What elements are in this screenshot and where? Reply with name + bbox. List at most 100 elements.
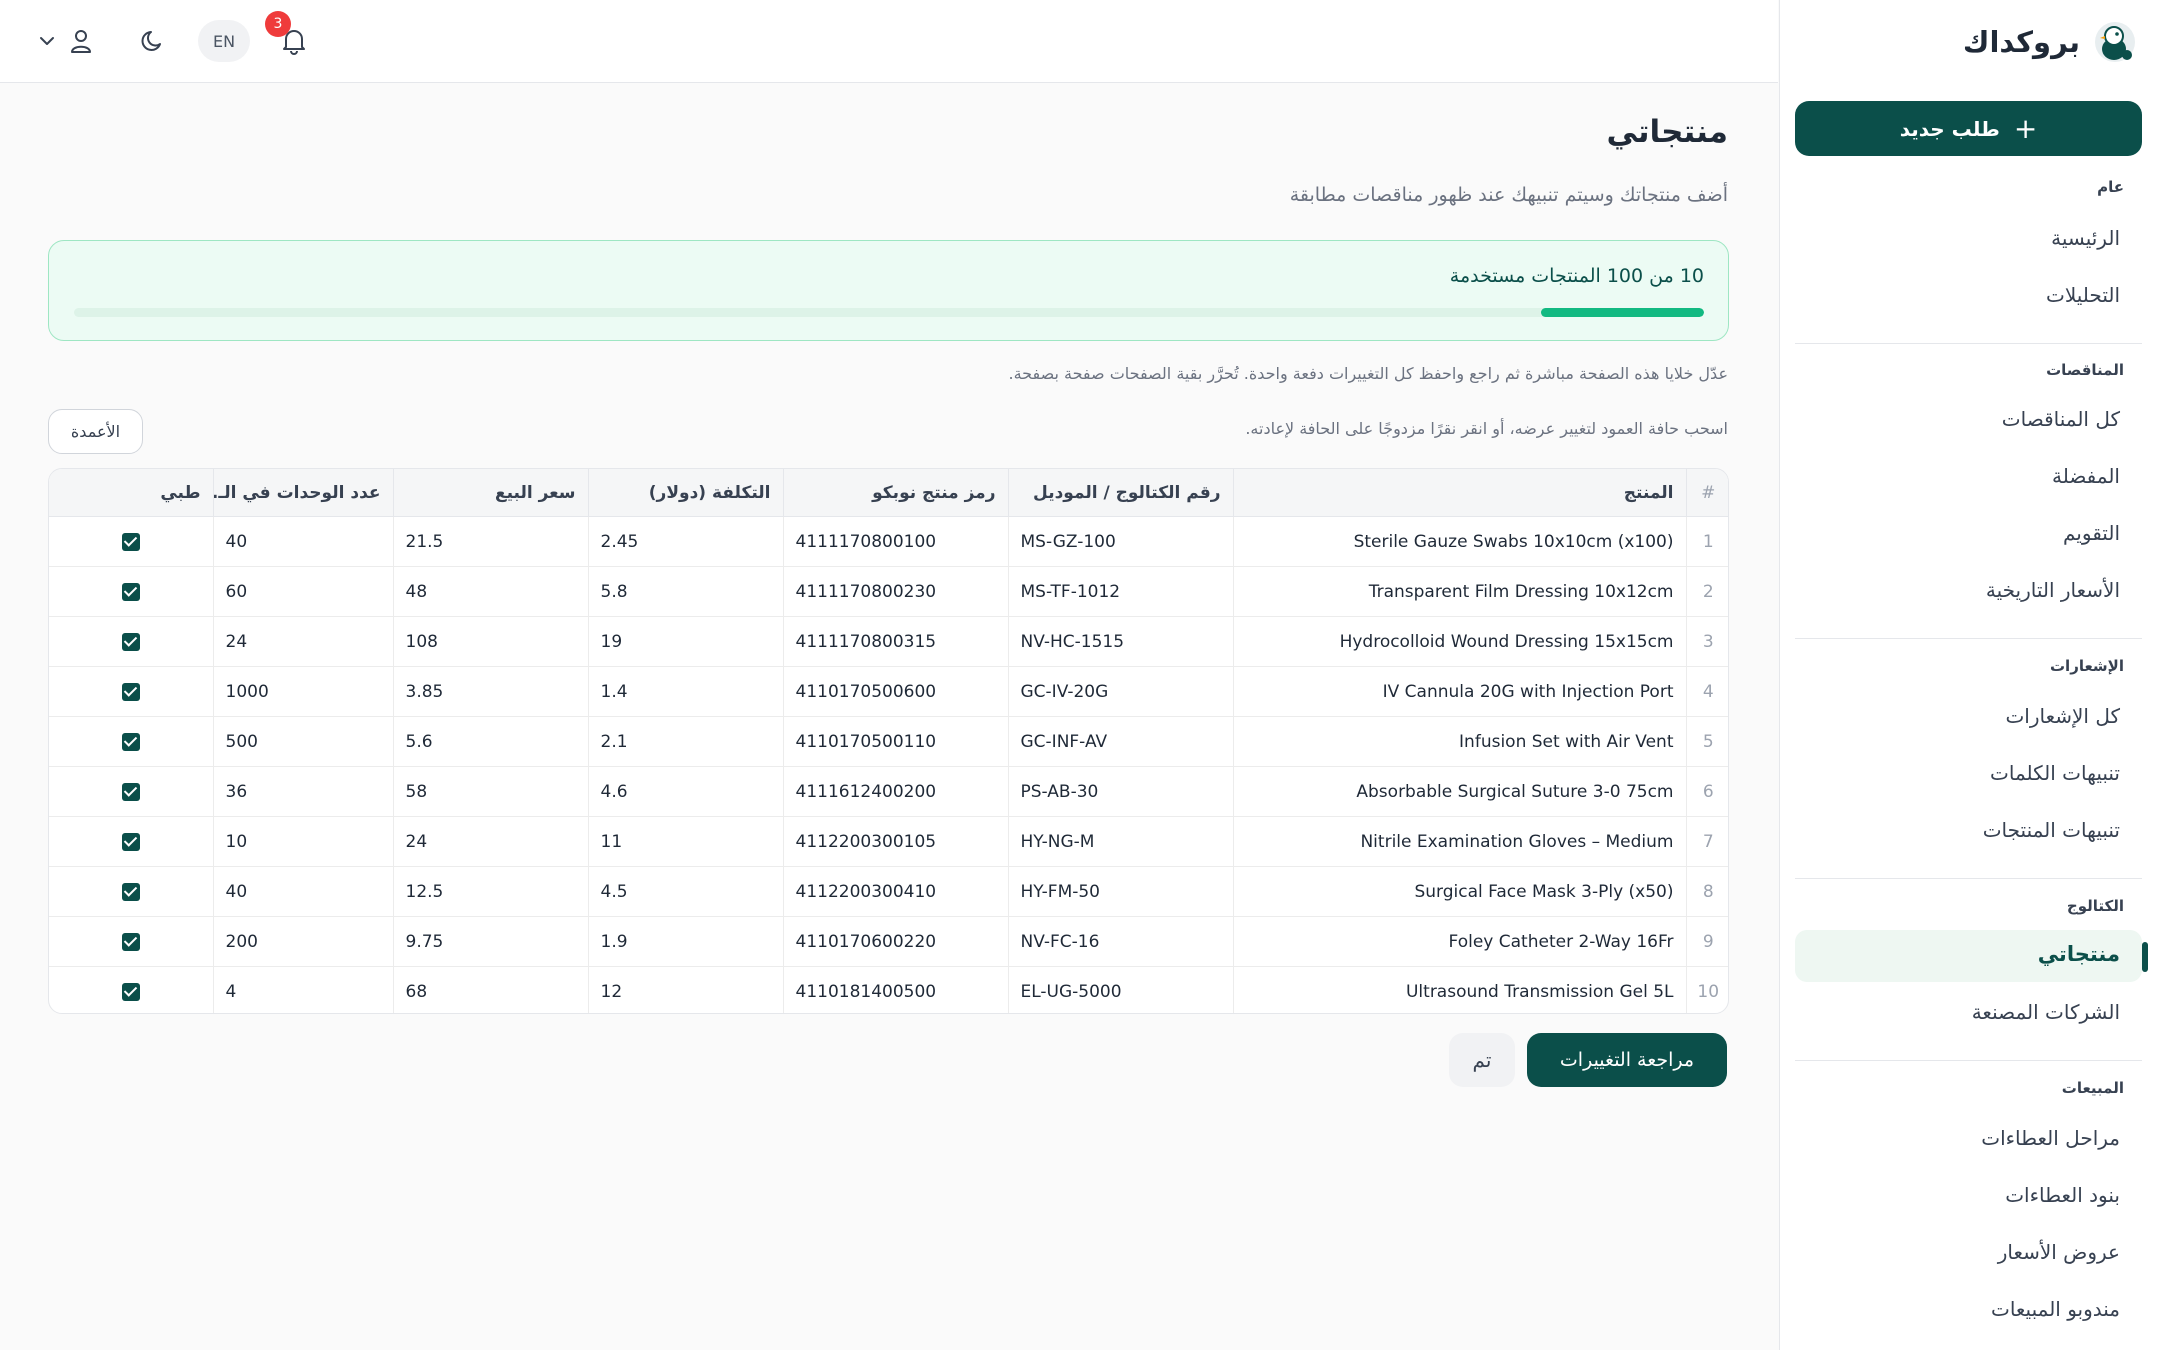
medical-checkbox[interactable] — [121, 982, 140, 1001]
medical-checkbox[interactable] — [121, 632, 140, 651]
medical-checkbox[interactable] — [121, 682, 140, 701]
cell-nupco-code[interactable]: 4110170600220 — [782, 916, 1008, 967]
cell-sale-price[interactable]: 68 — [392, 966, 588, 1013]
cell-cost[interactable]: 1.4 — [587, 666, 783, 717]
cell-nupco-code[interactable]: 4110170500110 — [782, 716, 1008, 767]
cell-cost[interactable]: 19 — [587, 616, 783, 667]
chevron-down-icon[interactable] — [30, 24, 64, 58]
sidebar-item-product-alerts[interactable]: تنبيهات المنتجات — [1983, 818, 2120, 842]
medical-checkbox[interactable] — [121, 732, 140, 751]
language-toggle[interactable]: EN — [198, 20, 250, 62]
sidebar-item-my-products[interactable]: منتجاتي — [2038, 942, 2120, 966]
review-changes-button[interactable]: مراجعة التغييرات — [1527, 1033, 1727, 1087]
cell-product[interactable]: Hydrocolloid Wound Dressing 15x15cm — [1232, 616, 1686, 667]
cell-units[interactable]: 200 — [212, 916, 393, 967]
cell-sale-price[interactable]: 12.5 — [392, 866, 588, 917]
cell-sale-price[interactable]: 21.5 — [392, 516, 588, 567]
cell-product[interactable]: Nitrile Examination Gloves – Medium — [1232, 816, 1686, 867]
cell-nupco-code[interactable]: 4110170500600 — [782, 666, 1008, 717]
sidebar-item-manufacturers[interactable]: الشركات المصنعة — [1972, 1000, 2120, 1024]
medical-checkbox[interactable] — [121, 532, 140, 551]
cell-units[interactable]: 10 — [212, 816, 393, 867]
cell-sale-price[interactable]: 58 — [392, 766, 588, 817]
cell-catalog[interactable]: MS-GZ-100 — [1007, 516, 1233, 567]
cell-cost[interactable]: 1.9 — [587, 916, 783, 967]
column-header-catalog[interactable]: رقم الكتالوج / الموديل — [1007, 469, 1233, 517]
column-header-units[interactable]: عدد الوحدات في الـ.. — [212, 469, 393, 517]
medical-checkbox[interactable] — [121, 932, 140, 951]
cell-nupco-code[interactable]: 4111170800100 — [782, 516, 1008, 567]
cell-catalog[interactable]: HY-FM-50 — [1007, 866, 1233, 917]
cell-nupco-code[interactable]: 4111612400200 — [782, 766, 1008, 817]
cell-product[interactable]: Foley Catheter 2-Way 16Fr — [1232, 916, 1686, 967]
sidebar-item-all-tenders[interactable]: كل المناقصات — [2002, 407, 2120, 431]
cell-cost[interactable]: 2.1 — [587, 716, 783, 767]
sidebar-item-bid-stages[interactable]: مراحل العطاءات — [1981, 1126, 2120, 1150]
cell-units[interactable]: 36 — [212, 766, 393, 817]
column-header-medical[interactable]: طبي — [49, 469, 213, 517]
sidebar-item-all-notifications[interactable]: كل الإشعارات — [2005, 704, 2120, 728]
cell-cost[interactable]: 4.6 — [587, 766, 783, 817]
medical-checkbox[interactable] — [121, 782, 140, 801]
cell-product[interactable]: Transparent Film Dressing 10x12cm — [1232, 566, 1686, 617]
sidebar-item-bid-items[interactable]: بنود العطاءات — [2005, 1183, 2120, 1207]
sidebar-item-keyword-alerts[interactable]: تنبيهات الكلمات — [1990, 761, 2120, 785]
cell-catalog[interactable]: GC-IV-20G — [1007, 666, 1233, 717]
cell-catalog[interactable]: PS-AB-30 — [1007, 766, 1233, 817]
sidebar-item-favorites[interactable]: المفضلة — [2052, 464, 2120, 488]
column-header-product[interactable]: المنتج — [1232, 469, 1686, 517]
medical-checkbox[interactable] — [121, 582, 140, 601]
cell-catalog[interactable]: NV-FC-16 — [1007, 916, 1233, 967]
cell-sale-price[interactable]: 108 — [392, 616, 588, 667]
cell-sale-price[interactable]: 48 — [392, 566, 588, 617]
cell-cost[interactable]: 11 — [587, 816, 783, 867]
user-icon[interactable] — [64, 24, 98, 58]
sidebar-item-home[interactable]: الرئيسية — [2051, 226, 2120, 250]
cell-units[interactable]: 40 — [212, 866, 393, 917]
cell-nupco-code[interactable]: 4112200300105 — [782, 816, 1008, 867]
cell-nupco-code[interactable]: 4111170800230 — [782, 566, 1008, 617]
cell-sale-price[interactable]: 9.75 — [392, 916, 588, 967]
new-order-button[interactable]: + طلب جديد — [1795, 101, 2142, 156]
sidebar-item-quotes[interactable]: عروض الأسعار — [1998, 1240, 2120, 1264]
sidebar-item-historical-prices[interactable]: الأسعار التاريخية — [1986, 578, 2120, 602]
brand[interactable]: بروكداك — [1963, 18, 2138, 66]
column-header-nupco-code[interactable]: رمز منتج نوبكو — [782, 469, 1008, 517]
cell-catalog[interactable]: NV-HC-1515 — [1007, 616, 1233, 667]
columns-button[interactable]: الأعمدة — [48, 409, 143, 454]
column-header-sale-price[interactable]: سعر البيع — [392, 469, 588, 517]
sidebar-item-calendar[interactable]: التقويم — [2063, 521, 2120, 545]
cell-product[interactable]: IV Cannula 20G with Injection Port — [1232, 666, 1686, 717]
cell-product[interactable]: Ultrasound Transmission Gel 5L — [1232, 966, 1686, 1013]
column-header-cost[interactable]: التكلفة (دولار) — [587, 469, 783, 517]
cell-sale-price[interactable]: 24 — [392, 816, 588, 867]
cell-nupco-code[interactable]: 4112200300410 — [782, 866, 1008, 917]
cell-units[interactable]: 4 — [212, 966, 393, 1013]
cell-units[interactable]: 40 — [212, 516, 393, 567]
cell-product[interactable]: Infusion Set with Air Vent — [1232, 716, 1686, 767]
cell-sale-price[interactable]: 5.6 — [392, 716, 588, 767]
cell-units[interactable]: 24 — [212, 616, 393, 667]
cell-catalog[interactable]: HY-NG-M — [1007, 816, 1233, 867]
cell-nupco-code[interactable]: 4110181400500 — [782, 966, 1008, 1013]
cell-catalog[interactable]: MS-TF-1012 — [1007, 566, 1233, 617]
done-button[interactable]: تم — [1449, 1033, 1515, 1087]
cell-units[interactable]: 60 — [212, 566, 393, 617]
cell-product[interactable]: Sterile Gauze Swabs 10x10cm (x100) — [1232, 516, 1686, 567]
sidebar-item-sales-reps[interactable]: مندوبو المبيعات — [1991, 1297, 2120, 1321]
cell-cost[interactable]: 5.8 — [587, 566, 783, 617]
sidebar-item-analytics[interactable]: التحليلات — [2046, 283, 2120, 307]
cell-cost[interactable]: 12 — [587, 966, 783, 1013]
cell-units[interactable]: 1000 — [212, 666, 393, 717]
medical-checkbox[interactable] — [121, 882, 140, 901]
cell-cost[interactable]: 2.45 — [587, 516, 783, 567]
cell-units[interactable]: 500 — [212, 716, 393, 767]
cell-sale-price[interactable]: 3.85 — [392, 666, 588, 717]
cell-catalog[interactable]: GC-INF-AV — [1007, 716, 1233, 767]
moon-icon[interactable] — [136, 24, 170, 58]
cell-product[interactable]: Surgical Face Mask 3-Ply (x50) — [1232, 866, 1686, 917]
cell-nupco-code[interactable]: 4111170800315 — [782, 616, 1008, 667]
cell-catalog[interactable]: EL-UG-5000 — [1007, 966, 1233, 1013]
cell-cost[interactable]: 4.5 — [587, 866, 783, 917]
cell-product[interactable]: Absorbable Surgical Suture 3-0 75cm — [1232, 766, 1686, 817]
